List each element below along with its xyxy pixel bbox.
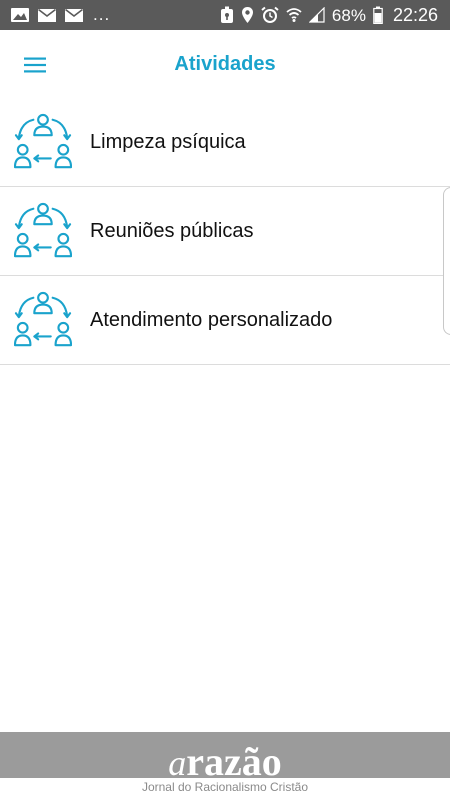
mail-icon — [37, 8, 57, 23]
list-item-reunioes-publicas[interactable]: Reuniões públicas — [0, 187, 450, 276]
more-notifications-indicator: ... — [93, 5, 111, 24]
signal-icon — [308, 7, 325, 23]
app-bar: Atividades — [0, 30, 450, 98]
status-bar-system: 68% 22:26 — [220, 5, 438, 26]
newspaper-logo: arazão — [0, 742, 450, 782]
battery-icon — [373, 6, 383, 24]
list-item-label: Limpeza psíquica — [90, 130, 246, 153]
people-cycle-icon — [13, 201, 73, 261]
people-cycle-icon — [13, 112, 73, 172]
list-item-atendimento-personalizado[interactable]: Atendimento personalizado — [0, 276, 450, 365]
footer-tagline: Jornal do Racionalismo Cristão — [141, 780, 309, 794]
wifi-icon — [286, 7, 302, 23]
status-bar-notifications: ... — [10, 5, 110, 25]
clock: 22:26 — [392, 4, 438, 25]
hamburger-menu-icon — [24, 57, 46, 73]
people-cycle-icon — [13, 290, 73, 350]
list-item-label: Reuniões públicas — [90, 219, 254, 242]
location-icon — [241, 6, 254, 24]
page-title: Atividades — [174, 53, 276, 75]
mail-icon — [64, 8, 84, 23]
vpn-key-icon — [220, 6, 234, 24]
list-item-label: Atendimento personalizado — [90, 308, 333, 331]
list-item-limpeza-psiquica[interactable]: Limpeza psíquica — [0, 98, 450, 187]
logo-word: razão — [186, 739, 282, 784]
status-bar: ... 68% 22:26 — [0, 0, 450, 30]
logo-prefix: a — [168, 743, 187, 783]
alarm-icon — [261, 6, 279, 24]
menu-button[interactable] — [20, 50, 50, 80]
edge-panel-handle[interactable] — [443, 187, 450, 335]
battery-percentage: 68% — [331, 5, 366, 25]
activity-list: Limpeza psíquica Reuniões públicas Atend… — [0, 98, 450, 365]
gallery-icon — [10, 7, 30, 23]
footer-banner[interactable]: arazão Jornal do Racionalismo Cristão — [0, 732, 450, 800]
